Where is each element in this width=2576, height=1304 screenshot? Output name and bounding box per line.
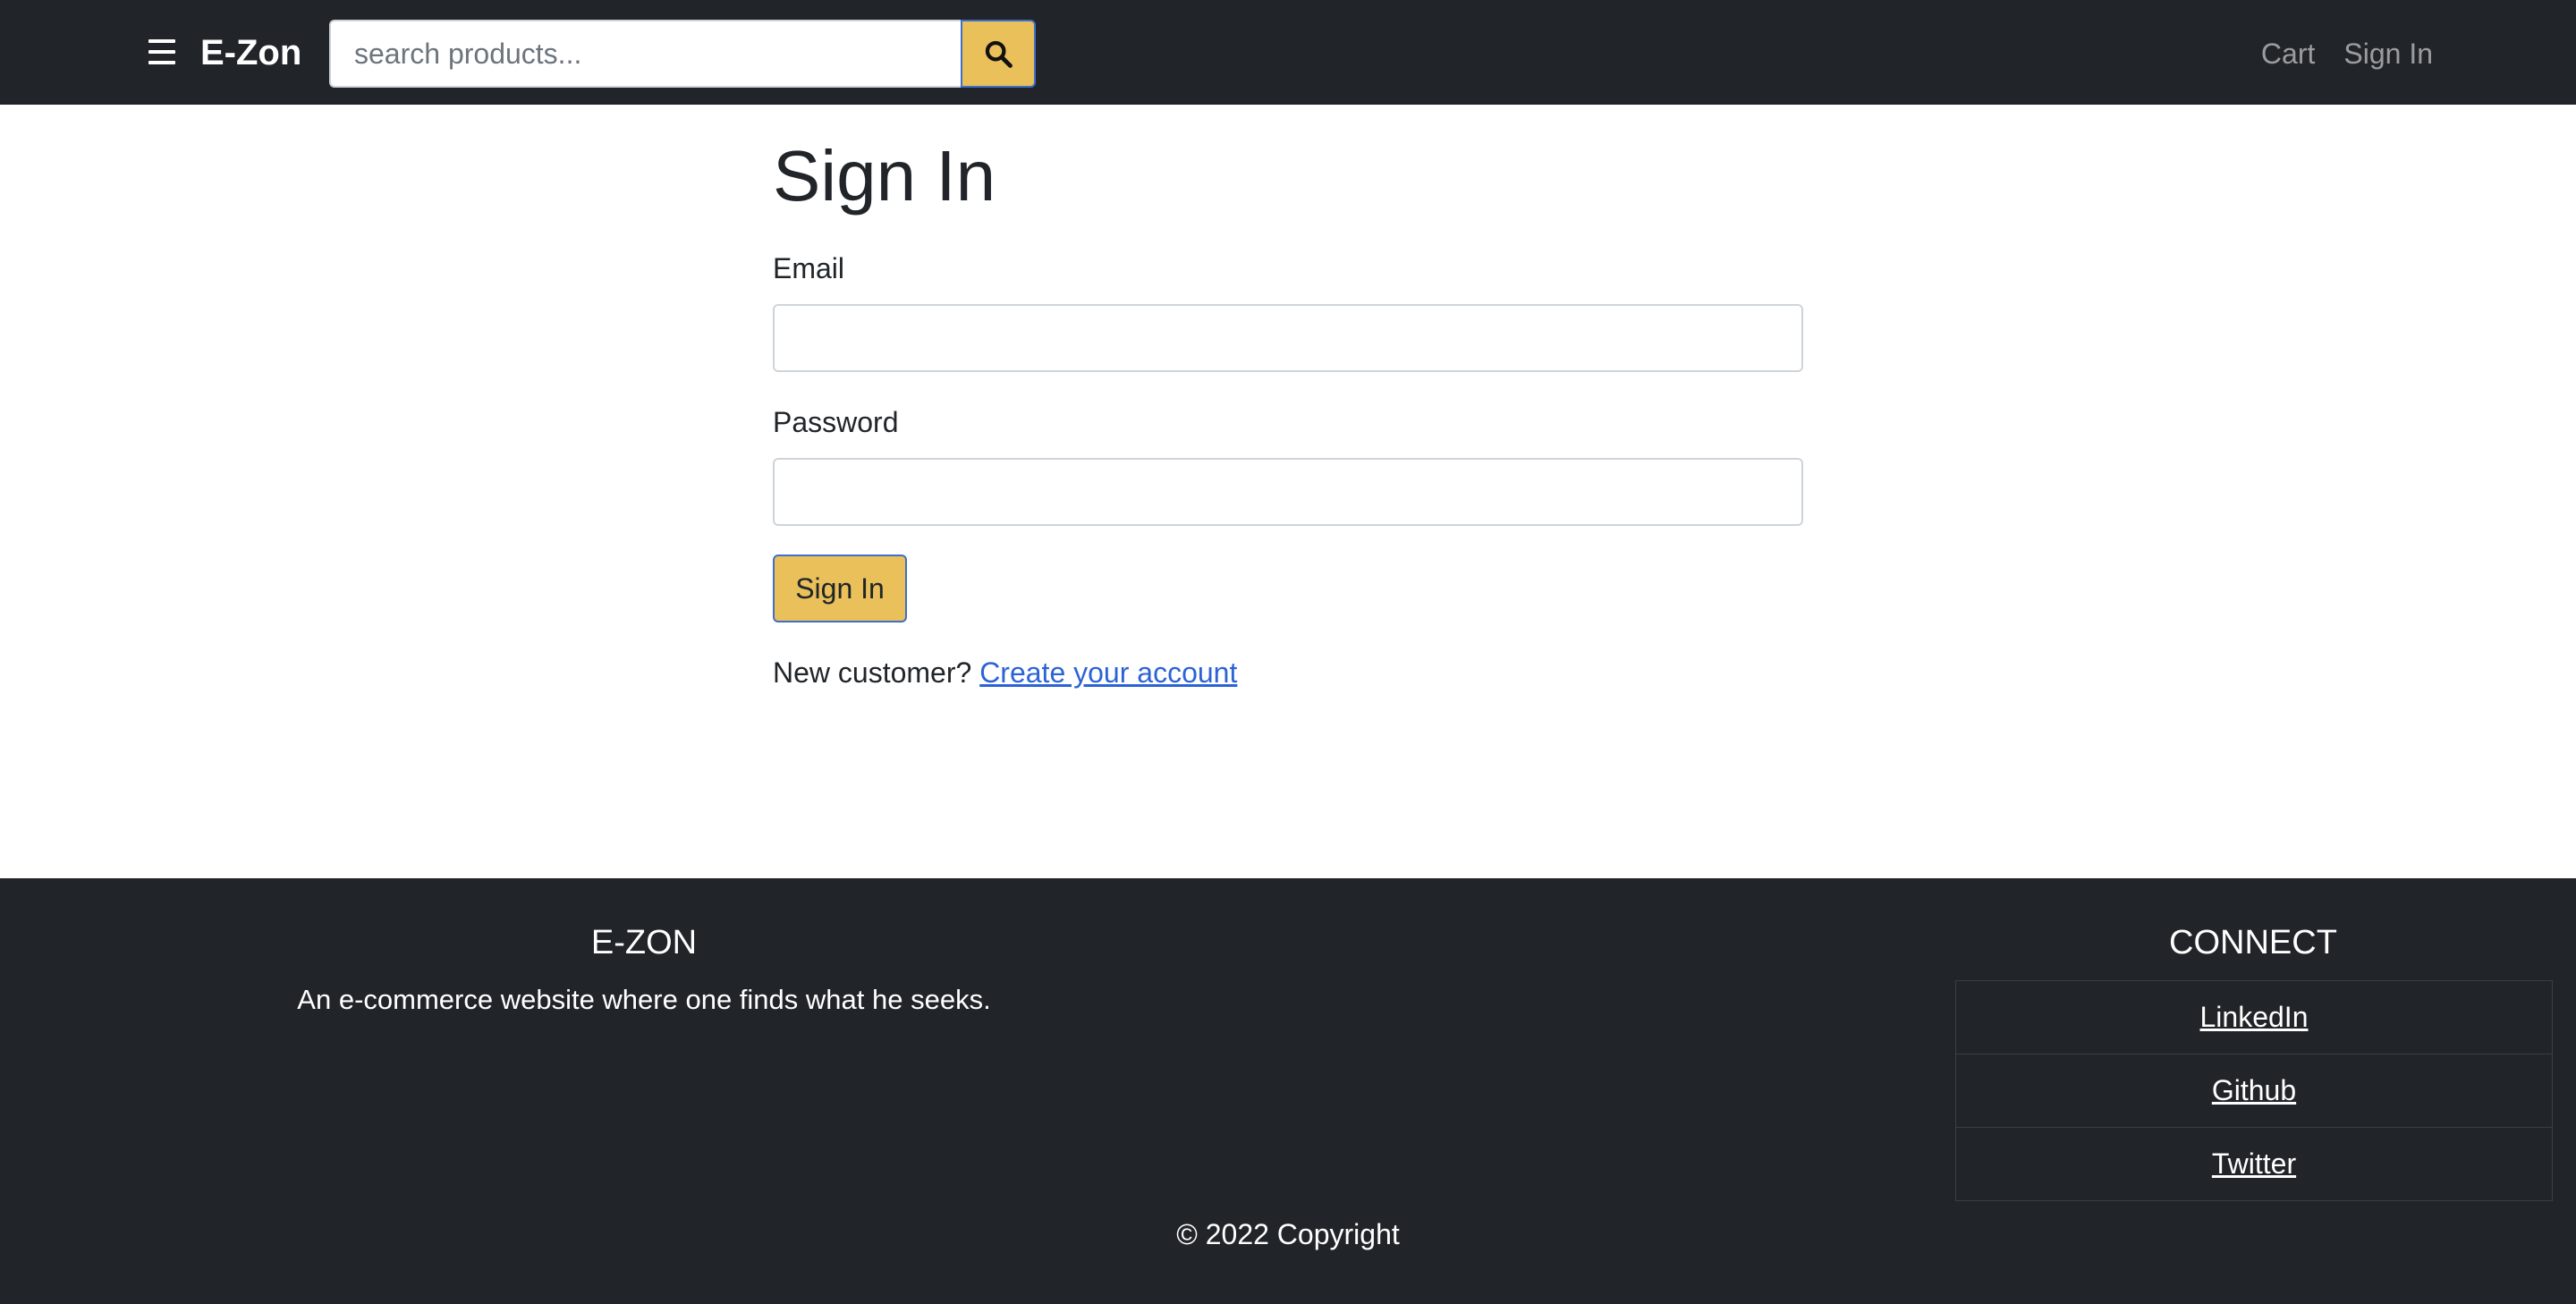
brand-logo[interactable]: E-Zon bbox=[200, 27, 301, 79]
search-icon bbox=[985, 40, 1013, 68]
email-label: Email bbox=[773, 252, 845, 284]
email-field[interactable] bbox=[773, 304, 1803, 372]
github-link[interactable]: Github bbox=[2212, 1074, 2296, 1107]
search-input[interactable] bbox=[329, 20, 961, 88]
search-bar bbox=[329, 20, 1036, 88]
connect-links-list: LinkedIn Github Twitter bbox=[1955, 980, 2553, 1201]
footer: E-ZON An e-commerce website where one fi… bbox=[0, 878, 2576, 1304]
footer-brand: E-ZON bbox=[590, 924, 698, 961]
page-title: Sign In bbox=[773, 136, 996, 216]
connect-item: Twitter bbox=[1956, 1128, 2552, 1200]
create-account-link[interactable]: Create your account bbox=[979, 656, 1237, 689]
navbar: E-Zon Cart Sign In bbox=[0, 0, 2576, 105]
connect-title: CONNECT bbox=[2169, 924, 2337, 961]
password-field[interactable] bbox=[773, 458, 1803, 526]
sign-in-button[interactable]: Sign In bbox=[773, 555, 907, 622]
hamburger-menu-icon[interactable] bbox=[148, 39, 175, 64]
nav-cart-link[interactable]: Cart bbox=[2261, 32, 2315, 75]
connect-item: Github bbox=[1956, 1054, 2552, 1128]
new-customer-prompt: New customer? Create your account bbox=[773, 653, 1237, 692]
search-button[interactable] bbox=[961, 20, 1036, 88]
connect-item: LinkedIn bbox=[1956, 981, 2552, 1054]
linkedin-link[interactable]: LinkedIn bbox=[2200, 1001, 2309, 1034]
nav-sign-in-link[interactable]: Sign In bbox=[2343, 32, 2433, 75]
nav-links: Cart Sign In bbox=[2261, 32, 2433, 75]
footer-description: An e-commerce website where one finds wh… bbox=[297, 984, 991, 1015]
password-label: Password bbox=[773, 406, 899, 438]
twitter-link[interactable]: Twitter bbox=[2212, 1147, 2296, 1181]
new-customer-text: New customer? bbox=[773, 656, 972, 689]
copyright-text: © 2022 Copyright bbox=[1176, 1218, 1400, 1250]
